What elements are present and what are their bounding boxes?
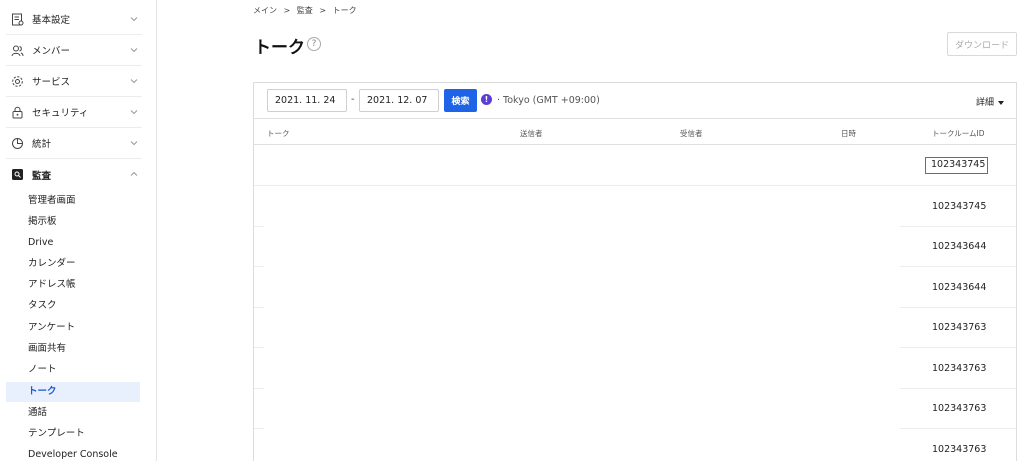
sidebar-group-label: セキュリティ bbox=[32, 108, 89, 119]
room-id-cell: 102343763 bbox=[932, 444, 987, 455]
sidebar-item-address-book[interactable]: アドレス帳 bbox=[6, 275, 140, 295]
sidebar-item-developer-console[interactable]: Developer Console bbox=[6, 445, 140, 465]
timezone-label: · Tokyo (GMT +09:00) bbox=[497, 95, 600, 106]
sidebar-group-label: メンバー bbox=[32, 46, 71, 57]
chevron-down-icon bbox=[130, 17, 138, 22]
sidebar-item-screen-share[interactable]: 画面共有 bbox=[6, 339, 140, 359]
room-id-cell: 102343763 bbox=[932, 363, 987, 374]
search-button[interactable]: 検索 bbox=[444, 89, 477, 112]
table-row[interactable]: 102343763 bbox=[254, 307, 1016, 348]
room-id-cell: 102343644 bbox=[932, 241, 987, 252]
sidebar-item-talk[interactable]: トーク bbox=[6, 382, 140, 402]
table-row[interactable]: 102343745 bbox=[254, 186, 1016, 227]
sidebar-group-statistics[interactable]: 統計 bbox=[6, 128, 142, 159]
caret-down-icon bbox=[998, 100, 1005, 105]
column-header-talk: トーク bbox=[267, 129, 290, 138]
start-date-input[interactable]: 2021. 11. 24 bbox=[267, 89, 347, 112]
lock-icon bbox=[10, 105, 24, 119]
users-icon bbox=[10, 43, 24, 57]
room-id-cell: 102343745 bbox=[932, 201, 987, 212]
sidebar-group-label: 基本設定 bbox=[32, 15, 71, 26]
page-title: トーク bbox=[254, 38, 305, 58]
table-row[interactable]: 102343763 bbox=[254, 429, 1016, 470]
sidebar-item-task[interactable]: タスク bbox=[6, 296, 140, 316]
sidebar-item-survey[interactable]: アンケート bbox=[6, 318, 140, 338]
breadcrumb-item-audit[interactable]: 監査 bbox=[297, 6, 313, 15]
column-header-room-id: トークルームID bbox=[932, 129, 985, 138]
sidebar-item-note[interactable]: ノート bbox=[6, 360, 140, 380]
info-icon[interactable]: ! bbox=[481, 94, 492, 105]
chevron-down-icon bbox=[130, 110, 138, 115]
sidebar-group-audit[interactable]: 監査 bbox=[6, 159, 142, 190]
table-row[interactable]: 102343745 bbox=[254, 145, 1016, 186]
chevron-down-icon bbox=[130, 141, 138, 146]
chevron-up-icon bbox=[130, 171, 138, 176]
sidebar-group-security[interactable]: セキュリティ bbox=[6, 97, 142, 128]
detail-label: 詳細 bbox=[976, 98, 995, 108]
breadcrumb-separator: > bbox=[283, 6, 291, 15]
pie-chart-icon bbox=[10, 136, 24, 150]
room-id-cell: 102343644 bbox=[932, 282, 987, 293]
gear-icon bbox=[10, 74, 24, 88]
sidebar-item-template[interactable]: テンプレート bbox=[6, 424, 140, 444]
room-id-cell: 102343745 bbox=[925, 157, 988, 174]
sidebar-group-label: サービス bbox=[32, 77, 71, 88]
room-id-cell: 102343763 bbox=[932, 403, 987, 414]
sidebar-group-members[interactable]: メンバー bbox=[6, 35, 142, 66]
filter-toolbar: 2021. 11. 24 - 2021. 12. 07 検索 ! · Tokyo… bbox=[254, 83, 1016, 119]
breadcrumb-separator: > bbox=[319, 6, 327, 15]
download-button[interactable]: ダウンロード bbox=[947, 32, 1017, 56]
room-id-cell: 102343763 bbox=[932, 322, 987, 333]
breadcrumb: メイン > 監査 > トーク bbox=[253, 5, 361, 16]
chevron-down-icon bbox=[130, 48, 138, 53]
audit-icon bbox=[10, 168, 24, 182]
help-icon[interactable]: ? bbox=[307, 37, 321, 51]
sidebar-item-call[interactable]: 通話 bbox=[6, 403, 140, 423]
breadcrumb-item-talk: トーク bbox=[332, 6, 357, 15]
table-row[interactable]: 102343644 bbox=[254, 226, 1016, 267]
table-row[interactable]: 102343644 bbox=[254, 267, 1016, 308]
sidebar-item-drive[interactable]: Drive bbox=[6, 233, 140, 253]
column-header-receiver: 受信者 bbox=[680, 129, 703, 138]
date-range-separator: - bbox=[351, 94, 355, 105]
table-row[interactable]: 102343763 bbox=[254, 388, 1016, 429]
sidebar-item-admin-screen[interactable]: 管理者画面 bbox=[6, 191, 140, 211]
chevron-down-icon bbox=[130, 79, 138, 84]
sidebar: 基本設定 メンバー サービス セキュリティ 統計 監査 管理者画面 掲示板 Dr… bbox=[0, 0, 157, 461]
sidebar-group-label: 統計 bbox=[32, 139, 52, 150]
column-header-datetime: 日時 bbox=[841, 129, 856, 138]
end-date-input[interactable]: 2021. 12. 07 bbox=[359, 89, 439, 112]
sidebar-item-calendar[interactable]: カレンダー bbox=[6, 254, 140, 274]
sidebar-group-label: 監査 bbox=[32, 170, 52, 182]
table-header: トーク 送信者 受信者 日時 トークルームID bbox=[254, 119, 1016, 145]
audit-panel: 2021. 11. 24 - 2021. 12. 07 検索 ! · Tokyo… bbox=[253, 82, 1017, 461]
column-header-sender: 送信者 bbox=[520, 129, 543, 138]
detail-dropdown[interactable]: 詳細 bbox=[976, 95, 1005, 108]
sidebar-item-board[interactable]: 掲示板 bbox=[6, 212, 140, 232]
table-row[interactable]: 102343763 bbox=[254, 348, 1016, 389]
sidebar-group-basic-settings[interactable]: 基本設定 bbox=[6, 4, 142, 35]
settings-doc-icon bbox=[10, 12, 24, 26]
sidebar-group-services[interactable]: サービス bbox=[6, 66, 142, 97]
breadcrumb-item-main[interactable]: メイン bbox=[253, 6, 277, 15]
